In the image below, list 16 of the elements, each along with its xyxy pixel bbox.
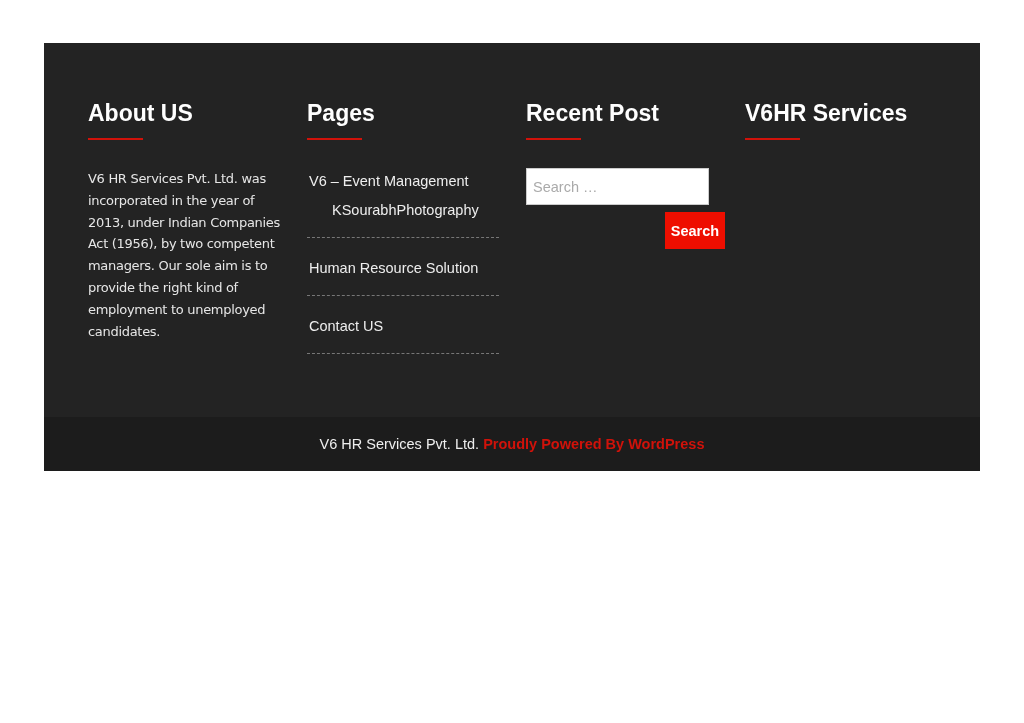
footer-credit: V6 HR Services Pvt. Ltd. Proudly Powered By WordPress bbox=[319, 436, 705, 452]
page-link[interactable]: Contact US bbox=[307, 316, 384, 336]
title-underline bbox=[526, 138, 581, 140]
title-underline bbox=[88, 138, 143, 140]
widget-title: Recent Post bbox=[526, 99, 659, 128]
page-link[interactable]: Human Resource Solution bbox=[307, 258, 479, 278]
search-button[interactable]: Search bbox=[665, 212, 725, 249]
page-link[interactable]: V6 – Event Management bbox=[307, 171, 469, 191]
widget-title: V6HR Services bbox=[745, 99, 908, 128]
widget-title: Pages bbox=[307, 99, 375, 128]
search-field[interactable]: Search … bbox=[526, 168, 709, 205]
title-underline bbox=[307, 138, 362, 140]
page-link[interactable]: KSourabhPhotography bbox=[307, 200, 479, 220]
widget-title: About US bbox=[88, 99, 193, 128]
about-text: V6 HR Services Pvt. Ltd. was incorporated in the year of 2013, under Indian Companies Act (1956), by two competent managers. Our sole aim is to provide the right kind of employment to unemployed candidates. bbox=[88, 170, 280, 341]
title-underline bbox=[745, 138, 800, 140]
